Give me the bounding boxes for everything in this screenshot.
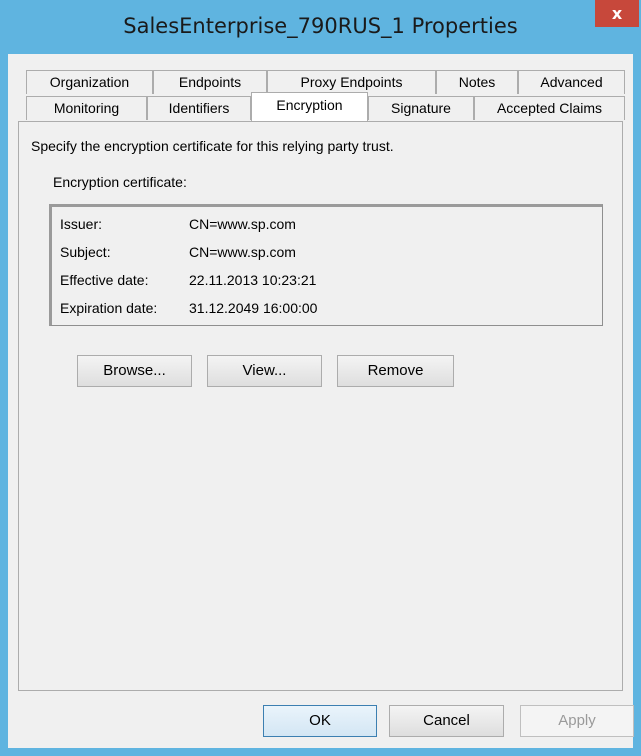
cert-row-subject: Subject: CN=www.sp.com — [60, 244, 296, 260]
certificate-details-box: Issuer: CN=www.sp.com Subject: CN=www.sp.c… — [49, 204, 603, 326]
remove-button[interactable]: Remove — [337, 355, 454, 387]
dialog-title: SalesEnterprise_790RUS_1 Properties — [123, 14, 518, 38]
cert-row-effective-date: Effective date: 22.11.2013 10:23:21 — [60, 272, 316, 288]
encryption-tab-panel: Specify the encryption certificate for t… — [18, 121, 623, 691]
panel-description: Specify the encryption certificate for t… — [31, 138, 394, 154]
close-button[interactable]: x — [595, 0, 639, 27]
tab-advanced[interactable]: Advanced — [518, 70, 625, 94]
cert-key: Expiration date: — [60, 300, 158, 316]
view-button[interactable]: View... — [207, 355, 322, 387]
properties-dialog: SalesEnterprise_790RUS_1 Properties x Or… — [0, 0, 641, 756]
cert-value: CN=www.sp.com — [189, 216, 296, 232]
cert-key: Subject: — [60, 244, 111, 260]
ok-button[interactable]: OK — [263, 705, 377, 737]
tab-accepted-claims[interactable]: Accepted Claims — [474, 96, 625, 120]
cert-row-issuer: Issuer: CN=www.sp.com — [60, 216, 296, 232]
cert-key: Effective date: — [60, 272, 149, 288]
tab-proxy-endpoints[interactable]: Proxy Endpoints — [267, 70, 436, 94]
tab-signature[interactable]: Signature — [368, 96, 474, 120]
cert-row-expiration-date: Expiration date: 31.12.2049 16:00:00 — [60, 300, 317, 316]
tab-identifiers[interactable]: Identifiers — [147, 96, 251, 120]
cancel-button[interactable]: Cancel — [389, 705, 504, 737]
cert-value: 31.12.2049 16:00:00 — [189, 300, 318, 316]
title-bar[interactable]: SalesEnterprise_790RUS_1 Properties x — [0, 0, 641, 60]
cert-key: Issuer: — [60, 216, 103, 232]
apply-button[interactable]: Apply — [520, 705, 634, 737]
tab-encryption[interactable]: Encryption — [251, 92, 368, 121]
cert-value: CN=www.sp.com — [189, 244, 296, 260]
tab-organization[interactable]: Organization — [26, 70, 153, 94]
encryption-certificate-label: Encryption certificate: — [53, 174, 187, 190]
tab-endpoints[interactable]: Endpoints — [153, 70, 267, 94]
tab-notes[interactable]: Notes — [436, 70, 518, 94]
cert-value: 22.11.2013 10:23:21 — [189, 272, 317, 288]
tab-monitoring[interactable]: Monitoring — [26, 96, 147, 120]
browse-button[interactable]: Browse... — [77, 355, 192, 387]
